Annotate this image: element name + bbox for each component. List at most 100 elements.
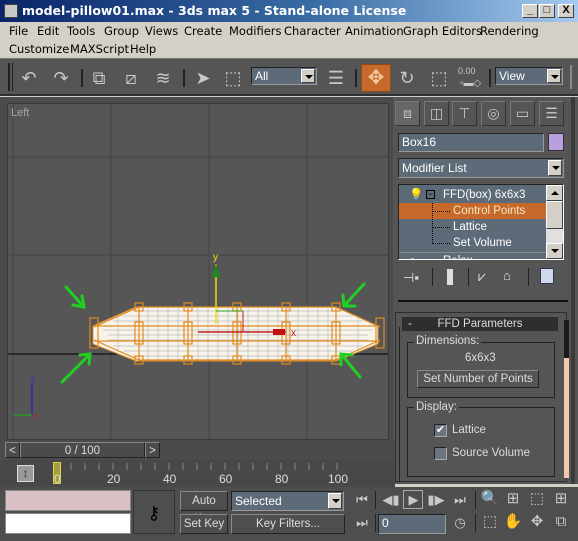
remove-modifier-icon[interactable]: ⌂ (503, 268, 511, 283)
scroll-thumb[interactable] (546, 201, 563, 229)
stack-item-control-points[interactable]: Control Points (399, 203, 547, 219)
menu-views[interactable]: Views (145, 24, 178, 38)
viewport-label[interactable]: Left (11, 107, 29, 119)
previous-frame-icon[interactable]: ◀▮ (381, 492, 401, 508)
maxscript-listener-pink[interactable] (5, 490, 131, 511)
key-filters-button[interactable]: Key Filters... (231, 514, 345, 534)
time-slider-thumb[interactable]: 0 / 100 (20, 442, 145, 458)
show-end-result-icon[interactable] (447, 269, 453, 285)
rollout-scrollbar[interactable] (564, 358, 569, 478)
maximize-button[interactable]: □ (539, 4, 555, 18)
reference-coordinate-dropdown[interactable]: View (495, 67, 563, 85)
play-button[interactable]: ▶ (403, 490, 423, 509)
select-and-move-button[interactable]: ✥ (361, 64, 391, 92)
toolbar-grip[interactable] (8, 63, 10, 91)
go-to-end-icon[interactable]: ⏭ (450, 492, 470, 508)
lightbulb-icon[interactable]: 💡 (409, 187, 423, 203)
pin-stack-icon[interactable]: ⊣▪ (403, 270, 419, 286)
tab-modify[interactable]: ◫ (424, 101, 449, 126)
auto-key-button[interactable]: Auto Key (180, 491, 228, 525)
menu-create[interactable]: Create (184, 24, 222, 38)
menu-customize[interactable]: Customize (9, 42, 69, 56)
maxscript-listener-white[interactable] (5, 513, 131, 534)
minimize-button[interactable]: _ (522, 4, 538, 18)
arc-rotate-icon[interactable]: ✥ (527, 514, 547, 530)
region-zoom-icon[interactable]: ⬚ (480, 514, 500, 530)
tab-create[interactable]: ⧈ (395, 101, 420, 126)
viewport-left[interactable]: y x z x Left (7, 103, 389, 440)
scroll-up-button[interactable] (546, 185, 563, 201)
menu-modifiers[interactable]: Modifiers (229, 24, 282, 38)
stack-item-relax[interactable]: ● Relax (399, 252, 547, 259)
menu-animation[interactable]: Animation (345, 24, 404, 38)
zoom-icon[interactable]: 🔍 (480, 491, 500, 507)
select-and-link-icon[interactable]: ⧉ (88, 67, 110, 89)
close-button[interactable]: X (558, 4, 574, 18)
current-frame-input[interactable]: 0 (378, 514, 446, 534)
unlink-selection-icon[interactable]: ⧄ (120, 67, 142, 89)
lightbulb-icon[interactable]: ● (409, 253, 416, 259)
select-and-scale-icon[interactable]: ⬚ (428, 67, 450, 89)
tab-display[interactable]: ▭ (510, 101, 535, 126)
menu-edit[interactable]: Edit (37, 24, 59, 38)
tab-motion[interactable]: ◎ (481, 101, 506, 126)
zoom-extents-icon[interactable]: ⬚ (527, 491, 547, 507)
menu-maxscript[interactable]: MAXScript (70, 42, 129, 56)
select-region-icon[interactable]: ⬚ (222, 67, 244, 89)
chevron-down-icon[interactable] (547, 69, 561, 83)
bind-to-space-warp-icon[interactable]: ≋ (152, 67, 174, 89)
select-by-name-icon[interactable]: ☰ (325, 67, 347, 89)
modifier-list-dropdown[interactable]: Modifier List (398, 158, 564, 178)
time-configuration-icon[interactable]: ◷ (450, 515, 470, 531)
app-icon[interactable] (4, 4, 18, 18)
menu-graph-editors[interactable]: Graph Editors (403, 24, 482, 38)
source-volume-checkbox[interactable] (434, 447, 447, 460)
rollout-scroll-thumb[interactable] (564, 320, 569, 358)
stack-scrollbar[interactable] (546, 185, 563, 259)
configure-modifier-sets-icon[interactable] (540, 268, 554, 284)
go-to-start-icon[interactable]: ⏮ (352, 492, 372, 508)
menu-file[interactable]: File (9, 24, 28, 38)
next-frame-icon[interactable]: ▮▶ (426, 492, 446, 508)
maximize-viewport-icon[interactable]: ⧉ (551, 514, 571, 530)
menu-group[interactable]: Group (104, 24, 139, 38)
time-next-button[interactable]: > (145, 442, 160, 458)
select-object-icon[interactable]: ➤ (192, 67, 214, 89)
tree-connector (432, 203, 433, 244)
menu-help[interactable]: Help (130, 42, 156, 56)
ffd-parameters-rollout-header[interactable]: - FFD Parameters (402, 317, 558, 331)
menu-tools[interactable]: Tools (67, 24, 95, 38)
stack-item-set-volume[interactable]: Set Volume (399, 235, 547, 251)
time-prev-button[interactable]: < (5, 442, 20, 458)
menu-rendering[interactable]: Rendering (480, 24, 539, 38)
tab-utilities[interactable]: ☰ (539, 101, 564, 126)
chevron-down-icon[interactable] (301, 69, 315, 83)
key-mode-toggle-icon[interactable]: ⏭ (352, 515, 372, 531)
lattice-checkbox[interactable]: ✔ (434, 424, 447, 437)
set-keys-button[interactable]: ⚷ (133, 490, 175, 534)
key-mode-dropdown[interactable]: Selected (231, 491, 344, 511)
zoom-extents-all-icon[interactable]: ⊞ (551, 491, 571, 507)
set-number-of-points-button[interactable]: Set Number of Points (417, 370, 539, 388)
chevron-down-icon[interactable] (548, 160, 562, 176)
select-and-rotate-icon[interactable]: ↻ (396, 67, 418, 89)
set-key-button[interactable]: Set Key (180, 514, 228, 534)
object-name-input[interactable]: Box16 (398, 133, 544, 152)
tab-hierarchy[interactable]: ⊤ (452, 101, 477, 126)
menu-character[interactable]: Character (284, 24, 341, 38)
object-color-swatch[interactable] (548, 133, 564, 151)
modifier-stack[interactable]: 💡 − FFD(box) 6x6x3 Control Points Lattic… (398, 184, 564, 260)
track-bar[interactable]: ↕ 0 20 40 60 80 100 (0, 460, 395, 488)
chevron-down-icon[interactable] (328, 493, 342, 509)
undo-icon[interactable]: ↶ (18, 67, 40, 89)
redo-icon[interactable]: ↷ (50, 67, 72, 89)
make-unique-icon[interactable]: ⩗ (478, 268, 486, 285)
scroll-down-button[interactable] (546, 243, 563, 259)
collapse-icon[interactable]: − (426, 190, 435, 199)
stack-item-lattice[interactable]: Lattice (399, 219, 547, 235)
pan-icon[interactable]: ✋ (503, 514, 523, 530)
zoom-all-icon[interactable]: ⊞ (503, 491, 523, 507)
selection-filter-dropdown[interactable]: All (251, 67, 317, 85)
spinner-snap-icon[interactable]: ▫▬◇ (460, 78, 481, 89)
stack-item-ffd[interactable]: 💡 − FFD(box) 6x6x3 (399, 187, 547, 203)
